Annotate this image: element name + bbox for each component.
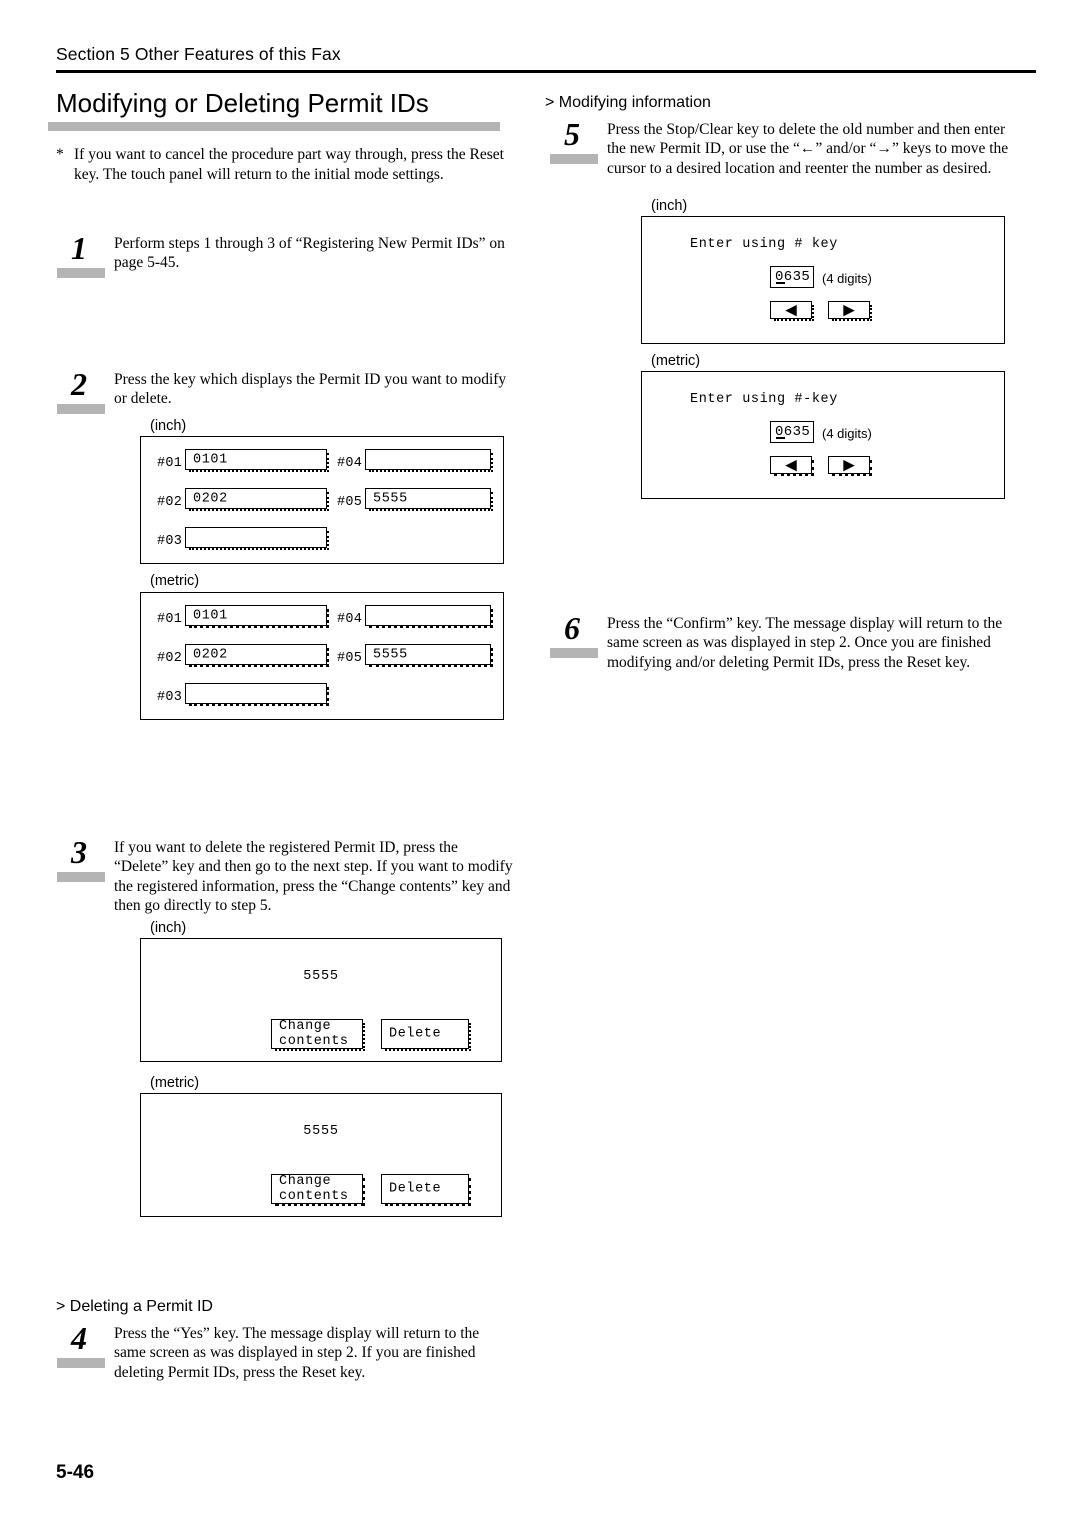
- left-column: * If you want to cancel the procedure pa…: [52, 0, 522, 1528]
- entry-cursor-inch: [776, 281, 785, 284]
- permit-row-0-value-metric: 0101: [193, 608, 228, 623]
- change-contents-label-inch: Change contents: [279, 1019, 349, 1049]
- entry-cursor-metric: [776, 436, 785, 439]
- change-contents-label-metric: Change contents: [279, 1174, 349, 1204]
- left-arrow-button-metric[interactable]: ◀: [770, 455, 814, 476]
- permit-row-2-key-metric[interactable]: [185, 683, 329, 706]
- action-panel-metric: 5555 Change contents Delete: [140, 1093, 502, 1217]
- note-marker: *: [56, 146, 64, 163]
- permit-row-2-key[interactable]: [185, 527, 329, 550]
- permit-row-4-key-metric[interactable]: 5555: [365, 644, 493, 667]
- permit-row-0-key-metric[interactable]: 0101: [185, 605, 329, 628]
- right-arrow-button-metric[interactable]: ▶: [828, 455, 872, 476]
- step-2-number: 2: [71, 366, 87, 402]
- delete-button-metric[interactable]: Delete: [381, 1174, 471, 1206]
- permit-row-4-key[interactable]: 5555: [365, 488, 493, 511]
- entry-value-box-inch[interactable]: 0635: [770, 266, 814, 288]
- permit-row-4-value: 5555: [373, 491, 408, 506]
- step-4-bar: [57, 1358, 105, 1368]
- step-5-text: Press the Stop/Clear key to delete the o…: [607, 121, 1009, 177]
- page-number: 5-46: [56, 1462, 95, 1483]
- change-contents-button-metric[interactable]: Change contents: [271, 1174, 365, 1206]
- left-arrow-button-inch[interactable]: ◀: [770, 300, 814, 321]
- step-4-number: 4: [71, 1320, 87, 1356]
- step-6-number: 6: [564, 610, 580, 646]
- left-arrow-icon-metric: ◀: [785, 455, 797, 474]
- permit-row-0-key[interactable]: 0101: [185, 449, 329, 472]
- entry-value-box-metric[interactable]: 0635: [770, 421, 814, 443]
- step-1-number: 1: [71, 230, 87, 266]
- permit-row-2-label-metric: #03: [157, 690, 183, 705]
- step-5-number: 5: [564, 116, 580, 152]
- permit-row-0-value: 0101: [193, 452, 228, 467]
- permit-row-2-label: #03: [157, 534, 183, 549]
- permit-row-4-label: #05: [337, 495, 363, 510]
- entry-prompt-inch: Enter using # key: [690, 237, 838, 252]
- permit-row-1-value-metric: 0202: [193, 647, 228, 662]
- action-panel-metric-label: (metric): [150, 1075, 200, 1091]
- permit-row-1-value: 0202: [193, 491, 228, 506]
- permit-list-panel-metric: #01 0101 #02 0202 #03 #04 #05 5555: [140, 592, 504, 720]
- step-2-text: Press the key which displays the Permit …: [114, 371, 507, 408]
- permit-row-3-label-metric: #04: [337, 612, 363, 627]
- right-arrow-icon: ▶: [843, 300, 855, 319]
- left-arrow-icon: ◀: [785, 300, 797, 319]
- permit-row-1-label: #02: [157, 495, 183, 510]
- step-6-bar: [550, 648, 598, 658]
- delete-label-metric: Delete: [389, 1181, 442, 1197]
- step-1-bar: [57, 268, 105, 278]
- permit-row-1-key[interactable]: 0202: [185, 488, 329, 511]
- permit-row-4-value-metric: 5555: [373, 647, 408, 662]
- permit-row-3-label: #04: [337, 456, 363, 471]
- permit-row-0-label-metric: #01: [157, 612, 183, 627]
- permit-row-0-label: #01: [157, 456, 183, 471]
- step-5-bar: [550, 154, 598, 164]
- action-panel-inch-permit-id: 5555: [303, 969, 339, 984]
- permit-row-3-key[interactable]: [365, 449, 493, 472]
- cancel-note: * If you want to cancel the procedure pa…: [56, 145, 506, 184]
- entry-panel-metric-label: (metric): [651, 353, 701, 369]
- subhead-modifying: > Modifying information: [545, 94, 711, 111]
- right-column: > Modifying information 5 Press the Stop…: [545, 0, 1025, 1528]
- step-3-text: If you want to delete the registered Per…: [114, 839, 513, 915]
- entry-panel-metric: Enter using #-key 0635 (4 digits) ◀ ▶: [641, 371, 1005, 499]
- entry-prompt-metric: Enter using #-key: [690, 392, 838, 407]
- entry-digits-note-metric: (4 digits): [822, 426, 872, 441]
- action-panel-metric-permit-id: 5555: [303, 1124, 339, 1139]
- step-3-bar: [57, 872, 105, 882]
- entry-panel-inch-label: (inch): [651, 198, 688, 214]
- permit-list-inch-label: (inch): [150, 418, 187, 434]
- right-arrow-button-inch[interactable]: ▶: [828, 300, 872, 321]
- entry-digits-note-inch: (4 digits): [822, 271, 872, 286]
- step-6-text: Press the “Confirm” key. The message dis…: [607, 615, 1003, 671]
- change-contents-button-inch[interactable]: Change contents: [271, 1019, 365, 1051]
- action-panel-inch: 5555 Change contents Delete: [140, 938, 502, 1062]
- entry-panel-inch: Enter using # key 0635 (4 digits) ◀ ▶: [641, 216, 1005, 344]
- delete-button-inch[interactable]: Delete: [381, 1019, 471, 1051]
- permit-row-1-key-metric[interactable]: 0202: [185, 644, 329, 667]
- step-2-bar: [57, 404, 105, 414]
- delete-label-inch: Delete: [389, 1026, 442, 1042]
- permit-list-metric-label: (metric): [150, 573, 200, 589]
- action-panel-inch-label: (inch): [150, 920, 187, 936]
- right-arrow-icon-metric: ▶: [843, 455, 855, 474]
- permit-row-3-key-metric[interactable]: [365, 605, 493, 628]
- note-text: If you want to cancel the procedure part…: [74, 146, 504, 183]
- permit-list-panel-inch: #01 0101 #02 0202 #03 #04 #05 5555: [140, 436, 504, 564]
- permit-row-1-label-metric: #02: [157, 651, 183, 666]
- step-1-text: Perform steps 1 through 3 of “Registerin…: [114, 235, 505, 272]
- step-3-number: 3: [71, 834, 87, 870]
- permit-row-4-label-metric: #05: [337, 651, 363, 666]
- subhead-deleting: > Deleting a Permit ID: [56, 1298, 213, 1315]
- step-4-text: Press the “Yes” key. The message display…: [114, 1325, 480, 1381]
